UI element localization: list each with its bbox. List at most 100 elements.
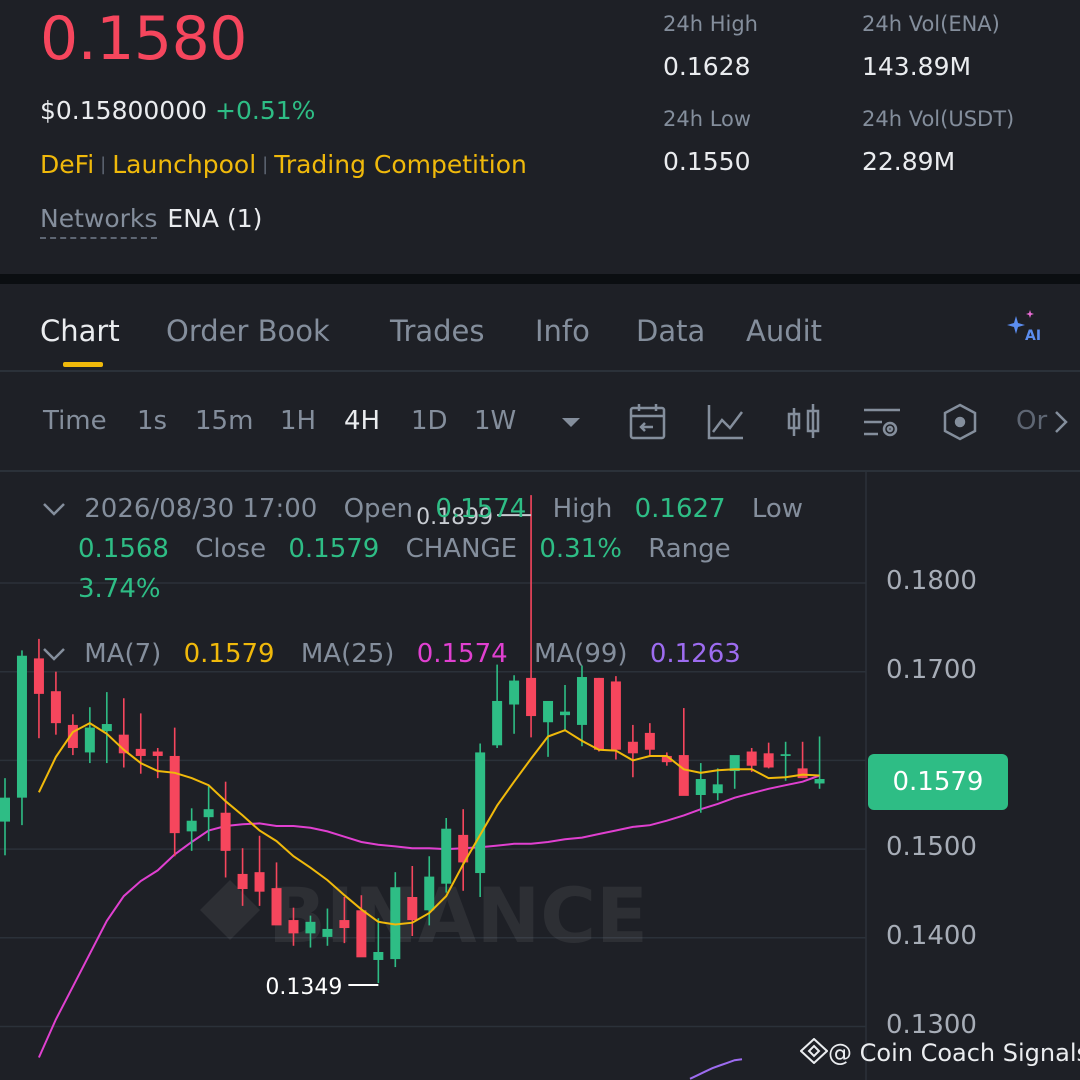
tab-data[interactable]: Data [636,314,705,348]
candles-icon[interactable] [784,402,824,442]
indicator-hexagon-icon[interactable] [940,402,980,442]
tab-trades[interactable]: Trades [390,314,485,348]
candle-up [101,724,112,732]
networks-label: Networks [40,204,158,239]
candle-down [678,755,689,796]
candle-up [373,951,384,960]
candle-up [475,752,486,874]
ma99-line [689,1058,743,1080]
timeframe-1w[interactable]: 1W [474,406,516,436]
candle-up [814,779,825,784]
ohlc-row-3: 3.74% [78,574,161,604]
stat-24h-high-label: 24h High [663,12,758,36]
stat-24h-vol-usdt-label: 24h Vol(USDT) [862,107,1015,131]
candle-down [797,768,808,779]
range-label: Range [648,534,731,564]
candle-up [186,820,197,832]
timeframe-15m[interactable]: 15m [195,406,253,436]
more-options[interactable]: Or [1016,406,1047,436]
candle-up [424,876,435,911]
candle-up [560,711,571,716]
candle-down [407,896,418,921]
ma7-label: MA(7) [84,639,162,669]
timeframe-1s[interactable]: 1s [137,406,167,436]
tag-row: DeFi | Launchpool | Trading Competition [40,150,527,179]
candle-up [203,809,214,818]
open-label: Open [343,494,414,524]
ma99-value: 0.1263 [649,639,741,669]
credit-text: @ Coin Coach Signals [828,1039,1080,1067]
tag-defi[interactable]: DeFi [40,150,94,179]
timeframe-4h[interactable]: 4H [344,406,380,436]
candle-up [16,655,27,798]
chevron-right-icon[interactable] [1048,402,1080,442]
y-axis-label: 0.1800 [886,566,977,596]
candle-down [746,751,757,766]
timeframe-1h[interactable]: 1H [280,406,316,436]
tab-audit[interactable]: Audit [746,314,822,348]
networks-row[interactable]: Networks ENA (1) [40,204,262,239]
ai-icon-label: AI [1025,328,1041,344]
candle-down [356,910,367,958]
calendar-icon[interactable] [628,402,668,442]
candle-up [492,700,503,746]
candle-down [627,741,638,754]
tag-launchpool[interactable]: Launchpool [112,150,256,179]
candle-down [152,751,163,756]
stat-24h-vol-ena-value: 143.89M [862,52,972,81]
ohlc-row-2: 0.1568 Close 0.1579 CHANGE 0.31% Range [78,534,731,564]
candle-down [237,873,248,890]
candle-up [695,779,706,795]
candle-up [0,797,10,822]
y-axis-label: 0.1700 [886,655,977,685]
tab-order-book[interactable]: Order Book [166,314,330,348]
collapse-chevron-icon[interactable] [42,494,66,524]
range-value: 3.74% [78,574,161,604]
open-value: 0.1574 [435,494,527,524]
y-axis-label: 0.1300 [886,1010,977,1040]
diamond-logo-icon [799,1037,829,1070]
stat-24h-high-value: 0.1628 [663,52,751,81]
stat-24h-low-label: 24h Low [663,107,752,131]
candle-down [763,753,774,768]
ticker-header: 0.1580 $0.15800000 +0.51% DeFi | Launchpool… [0,0,1080,274]
candle-down [526,677,537,717]
line-chart-icon[interactable] [706,402,746,442]
candle-down [271,888,282,926]
tag-separator: | [262,154,269,175]
stat-24h-vol-usdt-value: 22.89M [862,147,956,176]
timeframe-1d[interactable]: 1D [411,406,448,436]
settings-icon[interactable] [862,402,902,442]
ma7-value: 0.1579 [183,639,275,669]
candle-up [543,700,554,723]
candle-up [780,754,791,756]
candle-down [610,681,621,750]
tab-info[interactable]: Info [535,314,590,348]
candle-down [288,920,299,934]
ai-sparkle-icon[interactable]: AI [1006,308,1046,348]
usd-price-row: $0.15800000 +0.51% [40,96,315,125]
chevron-down-icon[interactable] [552,402,592,442]
candle-up [441,828,452,884]
candle-up [509,680,520,705]
ma99-label: MA(99) [533,639,628,669]
candle-up [576,677,587,725]
y-axis-label: 0.1500 [886,832,977,862]
credit-watermark: @ Coin Coach Signals [799,1037,1080,1070]
candle-down [254,872,265,892]
y-axis-label: 0.1400 [886,921,977,951]
active-tab-indicator [63,362,103,367]
stat-24h-vol-ena-label: 24h Vol(ENA) [862,12,1000,36]
price-change-percent: +0.51% [215,96,316,125]
change-label: CHANGE [405,534,518,564]
chart-toolbar: Time 1s 15m 1H 4H 1D 1W Or [0,372,1080,472]
candle-up [305,921,316,934]
candle-down [135,748,146,756]
timeframe-time[interactable]: Time [43,406,107,436]
candle-down [50,691,61,724]
usd-price: $0.15800000 [40,96,208,125]
ma-collapse-chevron-icon[interactable] [42,639,66,669]
tag-trading-competition[interactable]: Trading Competition [274,150,527,179]
low-value: 0.1568 [78,534,169,564]
tab-chart[interactable]: Chart [40,314,120,348]
